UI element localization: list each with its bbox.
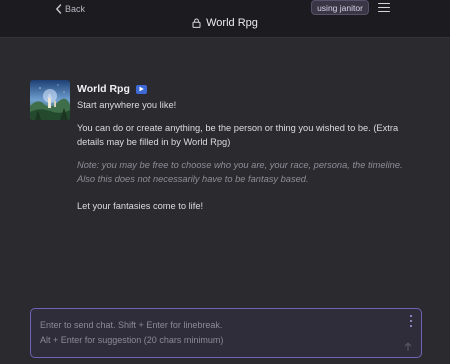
message-header: World Rpg [77, 82, 422, 96]
back-button[interactable]: Back [55, 2, 85, 16]
send-arrow-icon[interactable] [403, 341, 413, 351]
lock-icon [192, 18, 201, 28]
more-vertical-icon[interactable] [409, 315, 413, 327]
page-title-group: World Rpg [0, 17, 450, 29]
chevron-left-icon [56, 4, 62, 14]
message-note: Note: you may be free to choose who you … [77, 159, 403, 185]
back-label: Back [65, 4, 86, 14]
using-janitor-button[interactable]: using janitor [311, 0, 369, 15]
page-title: World Rpg [206, 17, 258, 29]
hamburger-menu-icon[interactable] [378, 3, 390, 13]
chat-composer [30, 308, 422, 358]
message-paragraph: Start anywhere you like! [77, 100, 177, 110]
top-bar: Back World Rpg using janitor [0, 0, 450, 38]
character-name[interactable]: World Rpg [77, 83, 130, 95]
message-paragraph: You can do or create anything, be the pe… [77, 122, 399, 148]
message-paragraph: Let your fantasies come to life! [77, 200, 204, 211]
message-body: World Rpg Start anywhere you like! You c… [77, 82, 422, 213]
bot-badge-icon [135, 84, 147, 94]
avatar[interactable] [30, 80, 70, 120]
chat-app: Back World Rpg using janitor World Rpg S… [0, 0, 450, 364]
chat-input[interactable] [31, 309, 401, 357]
